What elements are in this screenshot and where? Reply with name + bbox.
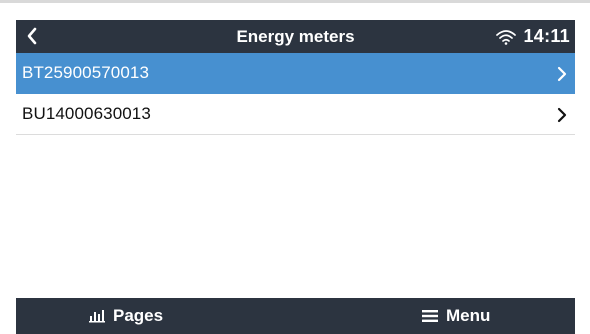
bar-chart-icon <box>88 309 106 323</box>
energy-meter-list: BT25900570013 BU14000630013 <box>16 53 575 298</box>
device-screen: Energy meters 14:11 BT25900570013 BU1400… <box>16 20 575 334</box>
wifi-icon <box>495 29 517 45</box>
top-divider <box>0 0 590 3</box>
chevron-right-icon <box>556 65 568 83</box>
list-item-label: BU14000630013 <box>22 104 151 123</box>
status-area: 14:11 <box>495 20 570 53</box>
clock: 14:11 <box>523 26 570 46</box>
menu-label: Menu <box>446 306 491 325</box>
chevron-left-icon[interactable] <box>24 26 40 46</box>
pages-button[interactable]: Pages <box>88 298 163 334</box>
pages-label: Pages <box>113 306 164 325</box>
header-bar: Energy meters 14:11 <box>16 20 575 53</box>
hamburger-menu-icon <box>421 309 439 323</box>
menu-button[interactable]: Menu <box>421 298 490 334</box>
list-item[interactable]: BU14000630013 <box>16 94 575 135</box>
page-title: Energy meters <box>236 27 355 46</box>
list-item[interactable]: BT25900570013 <box>16 53 575 94</box>
chevron-right-icon <box>556 106 568 124</box>
list-item-label: BT25900570013 <box>22 63 150 82</box>
footer-bar: Pages Menu <box>16 298 575 334</box>
